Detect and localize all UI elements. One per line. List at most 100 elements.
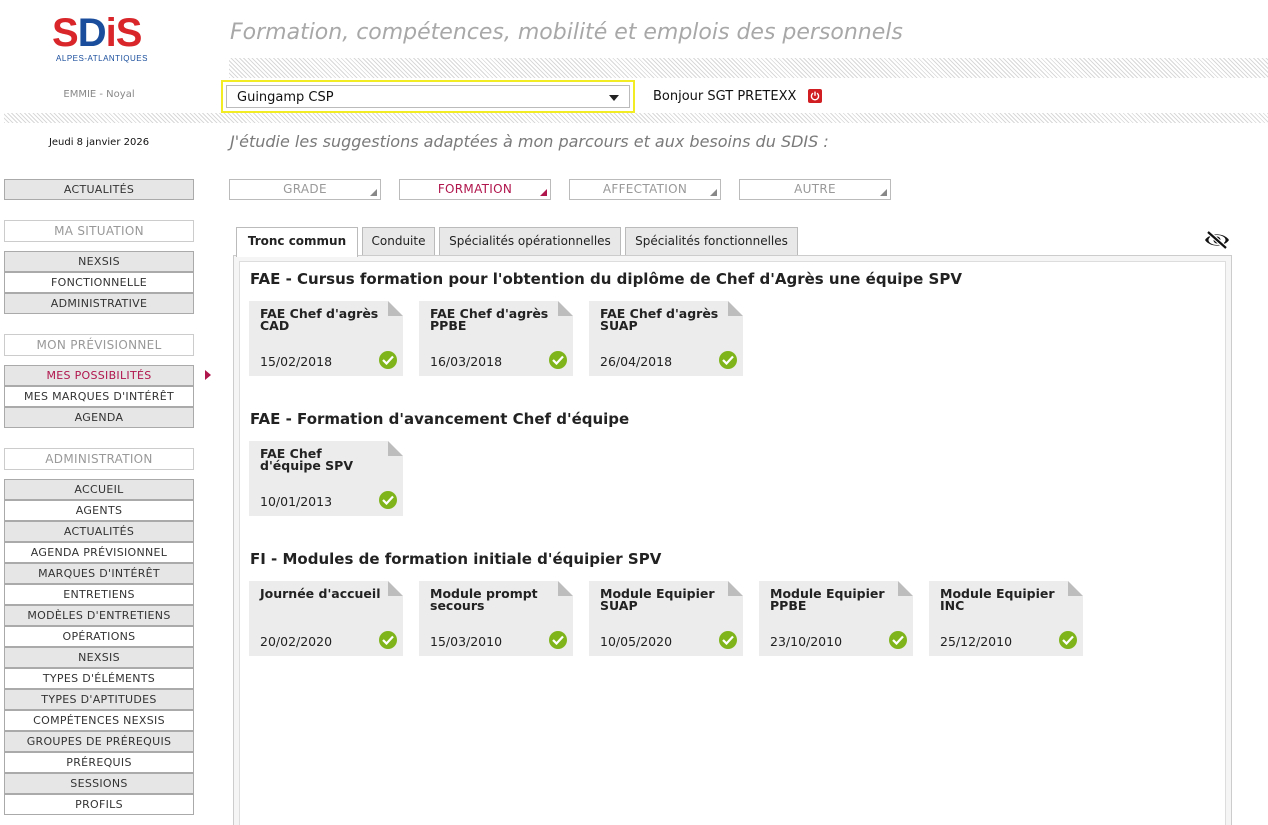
sidebar-item-accueil[interactable]: ACCUEIL	[4, 479, 194, 500]
corner-arrow-icon	[540, 189, 547, 196]
training-date: 10/01/2013	[260, 494, 333, 509]
training-title: Journée d'accueil	[260, 586, 381, 601]
training-card[interactable]: Module Equipier SUAP 10/05/2020	[589, 581, 743, 656]
training-title: Module Equipier INC	[940, 586, 1055, 613]
current-date: Jeudi 8 janvier 2026	[48, 137, 150, 148]
sidebar-item-mes-marques-interet[interactable]: MES MARQUES D'INTÉRÊT	[4, 386, 194, 407]
sidebar-item-prerequis[interactable]: PRÉREQUIS	[4, 752, 194, 773]
active-item-arrow-icon	[205, 370, 211, 380]
sdis-logo[interactable]: SDiS ALPES-ATLANTIQUES	[52, 11, 152, 64]
group-title: FAE - Formation d'avancement Chef d'équi…	[250, 410, 630, 428]
corner-arrow-icon	[370, 189, 377, 196]
category-grade-button[interactable]: GRADE	[229, 179, 381, 200]
power-icon[interactable]	[808, 89, 822, 103]
training-date: 25/12/2010	[940, 634, 1013, 649]
page-fold-icon	[728, 301, 743, 316]
sidebar-item-agents[interactable]: AGENTS	[4, 500, 194, 521]
sidebar-section-ma-situation[interactable]: MA SITUATION	[4, 220, 194, 242]
page-fold-icon	[728, 581, 743, 596]
sidebar-item-modeles-entretiens[interactable]: MODÈLES D'ENTRETIENS	[4, 605, 194, 626]
page-fold-icon	[388, 581, 403, 596]
sidebar-item-fonctionnelle[interactable]: FONCTIONNELLE	[4, 272, 194, 293]
page-fold-icon	[388, 301, 403, 316]
sidebar-item-agenda[interactable]: AGENDA	[4, 407, 194, 428]
training-date: 23/10/2010	[770, 634, 843, 649]
page-fold-icon	[388, 441, 403, 456]
training-date: 15/02/2018	[260, 354, 333, 369]
header-divider-secondary	[4, 113, 1268, 123]
user-greeting: Bonjour SGT PRETEXX	[653, 89, 797, 104]
training-date: 20/02/2020	[260, 634, 333, 649]
site-select[interactable]: Guingamp CSP	[221, 80, 635, 113]
training-title: FAE Chef d'agrès PPBE	[430, 306, 549, 333]
sidebar-section-mon-previsionnel[interactable]: MON PRÉVISIONNEL	[4, 334, 194, 356]
group-title: FI - Modules de formation initiale d'équ…	[250, 550, 662, 568]
training-card[interactable]: FAE Chef d'équipe SPV 10/01/2013	[249, 441, 403, 516]
user-location: EMMIE - Noyal	[63, 89, 135, 100]
page-fold-icon	[898, 581, 913, 596]
sidebar-item-profils[interactable]: PROFILS	[4, 794, 194, 815]
category-affectation-button[interactable]: AFFECTATION	[569, 179, 721, 200]
sidebar-item-admin-nexsis[interactable]: NEXSIS	[4, 647, 194, 668]
training-card[interactable]: Module Equipier PPBE 23/10/2010	[759, 581, 913, 656]
training-card[interactable]: Module Equipier INC 25/12/2010	[929, 581, 1083, 656]
training-card[interactable]: Journée d'accueil 20/02/2020	[249, 581, 403, 656]
training-card[interactable]: FAE Chef d'agrès PPBE 16/03/2018	[419, 301, 573, 376]
sidebar-item-types-elements[interactable]: TYPES D'ÉLÉMENTS	[4, 668, 194, 689]
corner-arrow-icon	[880, 189, 887, 196]
check-circle-icon	[379, 631, 397, 649]
tab-tronc-commun[interactable]: Tronc commun	[236, 227, 358, 257]
tab-specialites-operationnelles[interactable]: Spécialités opérationnelles	[439, 227, 621, 255]
sidebar-item-marques-interet[interactable]: MARQUES D'INTÉRÊT	[4, 563, 194, 584]
category-autre-button[interactable]: AUTRE	[739, 179, 891, 200]
sidebar-item-sessions[interactable]: SESSIONS	[4, 773, 194, 794]
logo-subtitle: ALPES-ATLANTIQUES	[56, 54, 148, 63]
training-title: FAE Chef d'agrès CAD	[260, 306, 379, 333]
training-card[interactable]: FAE Chef d'agrès CAD 15/02/2018	[249, 301, 403, 376]
header-divider	[229, 58, 1268, 78]
page-subtitle: J'étudie les suggestions adaptées à mon …	[230, 132, 829, 151]
check-circle-icon	[549, 351, 567, 369]
training-title: Module Equipier PPBE	[770, 586, 885, 613]
sidebar-item-nexsis[interactable]: NEXSIS	[4, 251, 194, 272]
training-date: 15/03/2010	[430, 634, 503, 649]
sidebar-item-entretiens[interactable]: ENTRETIENS	[4, 584, 194, 605]
corner-arrow-icon	[710, 189, 717, 196]
page-fold-icon	[558, 581, 573, 596]
category-label: AFFECTATION	[602, 182, 688, 196]
sidebar-item-types-aptitudes[interactable]: TYPES D'APTITUDES	[4, 689, 194, 710]
eye-slash-icon[interactable]	[1203, 230, 1231, 254]
check-circle-icon	[719, 351, 737, 369]
sidebar-item-groupes-prerequis[interactable]: GROUPES DE PRÉREQUIS	[4, 731, 194, 752]
app-tagline: Formation, compétences, mobilité et empl…	[230, 20, 903, 45]
check-circle-icon	[549, 631, 567, 649]
sidebar-item-admin-actualites[interactable]: ACTUALITÉS	[4, 521, 194, 542]
page-fold-icon	[558, 301, 573, 316]
sidebar-item-mes-possibilites[interactable]: MES POSSIBILITÉS	[4, 365, 194, 386]
sidebar-item-competences-nexsis[interactable]: COMPÉTENCES NEXSIS	[4, 710, 194, 731]
training-date: 10/05/2020	[600, 634, 673, 649]
category-formation-button[interactable]: FORMATION	[399, 179, 551, 200]
page-fold-icon	[1068, 581, 1083, 596]
logo-letters-is: iS	[105, 11, 143, 55]
sidebar-item-actualites[interactable]: ACTUALITÉS	[4, 179, 194, 200]
tab-specialites-fonctionnelles[interactable]: Spécialités fonctionnelles	[625, 227, 798, 255]
training-title: Module prompt secours	[430, 586, 538, 613]
sidebar-item-agenda-previsionnel[interactable]: AGENDA PRÉVISIONNEL	[4, 542, 194, 563]
logo-letter-s: S	[52, 11, 79, 55]
tab-conduite[interactable]: Conduite	[362, 227, 435, 255]
category-label: GRADE	[283, 182, 327, 196]
category-label: AUTRE	[794, 182, 836, 196]
sidebar-item-operations[interactable]: OPÉRATIONS	[4, 626, 194, 647]
group-title: FAE - Cursus formation pour l'obtention …	[250, 270, 962, 288]
training-title: FAE Chef d'équipe SPV	[260, 446, 353, 473]
training-card[interactable]: Module prompt secours 15/03/2010	[419, 581, 573, 656]
site-select-value: Guingamp CSP	[237, 90, 334, 105]
sidebar-section-administration[interactable]: ADMINISTRATION	[4, 448, 194, 470]
training-date: 26/04/2018	[600, 354, 673, 369]
training-card[interactable]: FAE Chef d'agrès SUAP 26/04/2018	[589, 301, 743, 376]
check-circle-icon	[719, 631, 737, 649]
training-title: Module Equipier SUAP	[600, 586, 715, 613]
check-circle-icon	[379, 491, 397, 509]
sidebar-item-administrative[interactable]: ADMINISTRATIVE	[4, 293, 194, 314]
